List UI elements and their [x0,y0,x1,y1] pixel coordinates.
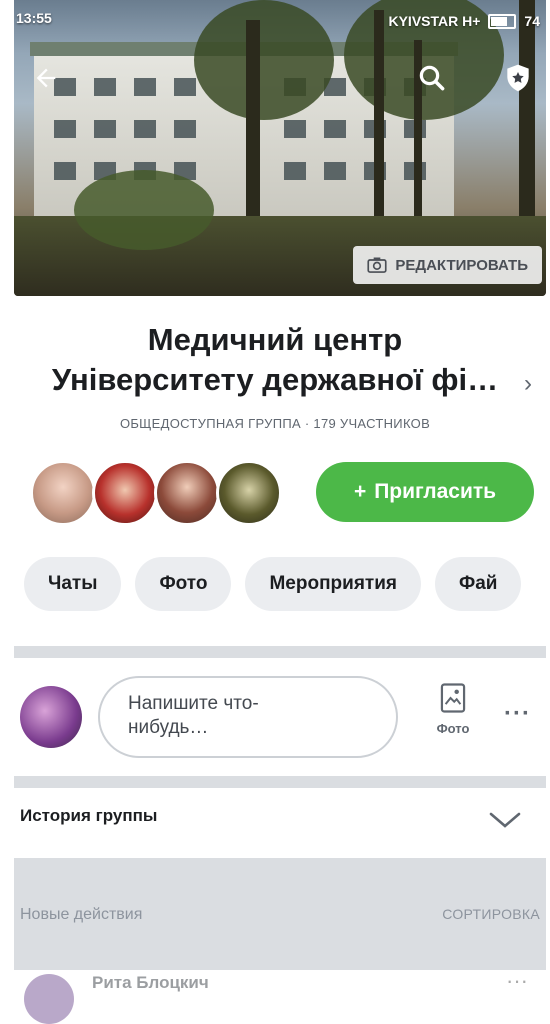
composer-placeholder-line1: Напишите что- [128,693,259,714]
sort-button[interactable]: СОРТИРОВКА [442,906,540,922]
tab-chats[interactable]: Чаты [24,557,122,611]
camera-icon [367,257,387,273]
battery-icon [488,13,517,29]
admin-tools-button[interactable] [498,58,538,98]
invite-label: Пригласить [374,480,497,503]
photo-button[interactable]: Фото [422,682,484,736]
edit-cover-label: РЕДАКТИРОВАТЬ [395,256,528,274]
avatar[interactable] [92,460,158,526]
composer-placeholder-line2: нибудь… [128,717,209,738]
new-activity-label: Новые действия [20,906,143,923]
photo-icon [440,683,466,713]
avatar[interactable] [20,686,82,748]
back-arrow-icon [36,68,56,88]
post-more-icon[interactable]: ··· [506,968,528,994]
group-tabs: Чаты Фото Мероприятия Фай [24,557,522,611]
search-button[interactable] [412,58,452,98]
chevron-down-icon[interactable] [488,810,522,835]
search-icon [419,65,445,91]
back-button[interactable] [26,58,66,98]
more-icon[interactable]: ··· [504,700,531,728]
tab-events[interactable]: Мероприятия [245,557,421,611]
tab-files[interactable]: Фай [435,557,522,611]
group-title-line2: Університету державної фі… [51,362,499,397]
group-title-line1: Медичний центр [147,322,403,357]
status-battery: 74 [524,13,540,29]
status-bar: 13:55 KYIVSTAR H+ 74 [16,10,540,32]
section-divider [14,776,546,788]
status-time: 13:55 [16,10,52,26]
group-history-label[interactable]: История группы [20,806,157,826]
shield-star-icon [507,64,529,92]
tab-photos[interactable]: Фото [135,557,232,611]
invite-button[interactable]: + Пригласить [316,462,534,522]
avatar[interactable] [24,974,74,1024]
group-subtitle: ОБЩЕДОСТУПНАЯ ГРУППА · 179 УЧАСТНИКОВ [119,416,431,431]
post-author[interactable]: Рита Блоцкич [92,973,209,993]
post-composer-input[interactable]: Напишите что- нибудь… [98,676,398,758]
status-carrier: KYIVSTAR H+ [388,13,481,29]
avatar[interactable] [154,460,220,526]
member-avatars[interactable] [30,460,282,526]
avatar[interactable] [216,460,282,526]
section-divider [14,646,546,658]
avatar[interactable] [30,460,96,526]
edit-cover-button[interactable]: РЕДАКТИРОВАТЬ [353,246,542,284]
group-title[interactable]: Медичний центр Університету державної фі… [0,320,550,400]
photo-label: Фото [436,721,470,736]
chevron-right-icon[interactable]: › [524,370,532,398]
plus-icon: + [353,480,367,503]
